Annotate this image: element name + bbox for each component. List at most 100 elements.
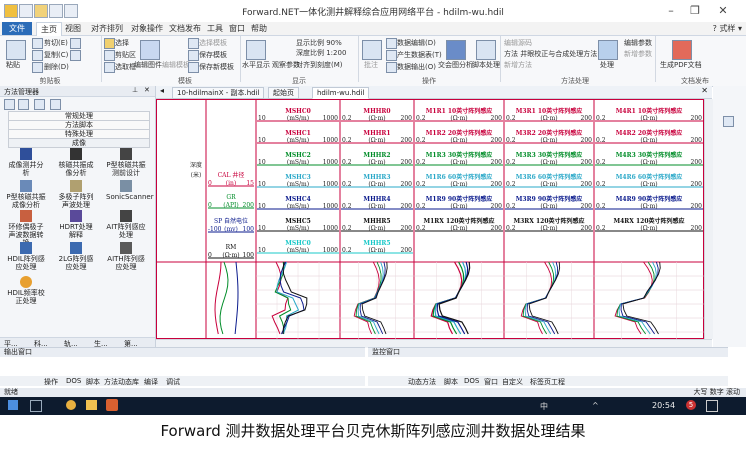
action-center-icon[interactable] — [706, 400, 718, 412]
log-plot[interactable]: 深度 (米) CAL 井径 (in) 0 15 GR (API) 0 200 SP 自然电位 (mv)… — [156, 99, 704, 339]
menu-view[interactable]: 视图 — [62, 22, 84, 35]
module-imaging-analysis[interactable]: 成像测井分析 — [6, 148, 46, 177]
output-tab[interactable]: 编译 — [144, 377, 158, 387]
monitor-tab[interactable]: 脚本 — [444, 377, 458, 387]
copy-small-icon[interactable] — [70, 50, 81, 61]
output-tab[interactable]: 方法动态库 — [104, 377, 139, 387]
menu-align[interactable]: 对齐排列 — [88, 22, 126, 35]
annotate-label[interactable]: 批注 — [364, 60, 378, 70]
clip-area-button[interactable]: 剪贴区 — [115, 50, 136, 60]
module-hdil-freq[interactable]: HDIL频率校正处理 — [6, 276, 46, 305]
data-edit-button[interactable]: 数据编辑(D) — [397, 38, 436, 48]
forward-app-icon[interactable] — [106, 399, 118, 411]
plot-vertical-scrollbar[interactable] — [704, 99, 713, 339]
output-tab[interactable]: 脚本 — [86, 377, 100, 387]
align-scale-button[interactable]: 对齐到刻度(M) — [296, 60, 343, 70]
data-output-button[interactable]: 数据输出(O) — [397, 62, 436, 72]
module-hdil[interactable]: HDIL阵列感应处理 — [6, 242, 46, 271]
module-hdrt[interactable]: HDRT处理解释 — [56, 210, 96, 239]
monitor-tab[interactable]: 窗口 — [484, 377, 498, 387]
module-multipole-sonic[interactable]: 多极子阵列声波处理 — [56, 180, 96, 209]
depth-ratio[interactable]: 深度比例 1:200 — [296, 48, 346, 58]
menu-tools[interactable]: 工具 — [204, 22, 226, 35]
output-tab[interactable]: DOS — [66, 377, 81, 385]
edit-source-button[interactable]: 编辑源码 — [504, 38, 532, 48]
start-icon[interactable] — [8, 400, 18, 410]
select-template-button[interactable]: 选择模板 — [199, 38, 227, 48]
module-sonicscanner[interactable]: SonicScanner — [106, 180, 154, 201]
category-imaging[interactable]: 成像 — [8, 138, 150, 148]
script-label[interactable]: 脚本处理 — [472, 60, 500, 70]
explorer-icon[interactable] — [86, 400, 97, 410]
notification-badge[interactable]: 5 — [686, 400, 696, 410]
restore-icon[interactable]: ❐ — [684, 3, 706, 18]
generate-pdf-label[interactable]: 生成PDF文档 — [660, 60, 702, 70]
selection-box-button[interactable]: 选取框 — [115, 62, 136, 72]
save-template-button[interactable]: 保存模板 — [199, 50, 227, 60]
select-button[interactable]: 选择 — [115, 38, 129, 48]
menu-object-ops[interactable]: 对象操作 — [128, 22, 166, 35]
script-icon[interactable] — [476, 40, 496, 60]
tab-10-hdilmainx[interactable]: 10-hdilmainX - 副本.hdil — [172, 87, 265, 99]
zoom-icon[interactable] — [723, 116, 734, 127]
delete-button[interactable]: 删除(D) — [44, 62, 69, 72]
tray-chevron-icon[interactable]: ^ — [592, 401, 599, 410]
module-ait[interactable]: AIT阵列感应处理 — [106, 210, 146, 239]
module-nmr-imaging[interactable]: 核磁共振成像分析 — [56, 148, 96, 177]
data-table-button[interactable]: 产生数据表(T) — [397, 50, 442, 60]
properties-icon[interactable] — [50, 99, 61, 110]
method-dropdown[interactable]: 方法 井眼校正与合成处理方法 — [504, 49, 597, 59]
process-icon[interactable] — [598, 40, 618, 60]
new-method-button[interactable]: 新增方法 — [504, 60, 532, 70]
minimize-icon[interactable]: – — [660, 3, 682, 18]
monitor-tab[interactable]: 标签页工程 — [530, 377, 565, 387]
list-icon[interactable] — [18, 99, 29, 110]
tab-scroll-icon[interactable]: ◂ — [160, 86, 164, 95]
new-params-button[interactable]: 新增参数 — [624, 49, 652, 59]
module-2lg[interactable]: 2LG阵列感应处理 — [56, 242, 96, 271]
module-aith[interactable]: AITH阵列感应处理 — [106, 242, 146, 271]
edit-image-label[interactable]: 编辑图件 — [134, 60, 162, 70]
close-icon[interactable]: ✕ — [712, 3, 734, 18]
crossplot-icon[interactable] — [446, 40, 466, 60]
annotate-icon[interactable] — [362, 40, 382, 60]
doc-close-icon[interactable]: ✕ — [701, 86, 708, 95]
tab-hdilm-wu[interactable]: hdilm-wu.hdil — [312, 87, 370, 99]
menu-publish[interactable]: 文档发布 — [166, 22, 204, 35]
output-tab[interactable]: 操作 — [44, 377, 58, 387]
monitor-tab[interactable]: 自定义 — [502, 377, 523, 387]
ime-indicator[interactable]: 中 — [540, 401, 548, 412]
module-p-nmr-design[interactable]: P型核磁共振测前设计 — [106, 148, 146, 177]
cut-button[interactable]: 剪切(E) — [44, 38, 68, 48]
paste-label[interactable]: 粘贴 — [6, 60, 20, 70]
copy-button[interactable]: 复制(C) — [44, 50, 68, 60]
edit-template-label[interactable]: 编辑模板 — [162, 60, 190, 70]
process-label[interactable]: 处理 — [600, 60, 614, 70]
output-tab[interactable]: 调试 — [166, 377, 180, 387]
edit-params-button[interactable]: 编辑参数 — [624, 38, 652, 48]
task-view-icon[interactable] — [30, 400, 42, 412]
style-dropdown[interactable]: ? 式样 ▾ — [713, 23, 742, 34]
horizontal-display-icon[interactable] — [246, 40, 266, 60]
crossplot-label[interactable]: 交会图分析 — [438, 60, 473, 70]
pin-icon[interactable]: ⊥ — [132, 86, 138, 94]
refresh-icon[interactable] — [4, 99, 15, 110]
chrome-icon[interactable] — [66, 400, 76, 410]
save-new-template-button[interactable]: 保存新模板 — [199, 62, 234, 72]
pdf-icon[interactable] — [672, 40, 692, 60]
monitor-tab[interactable]: 动态方法 — [408, 377, 436, 387]
tab-start-page[interactable]: 起始页 — [268, 87, 299, 99]
add-icon[interactable] — [70, 38, 81, 49]
panel-close-icon[interactable]: ✕ — [144, 86, 150, 94]
sort-icon[interactable] — [34, 99, 45, 110]
menu-window[interactable]: 窗口 — [226, 22, 248, 35]
edit-image-icon[interactable] — [140, 40, 160, 60]
horizontal-display-label[interactable]: 水平显示 — [242, 60, 270, 70]
display-ratio[interactable]: 显示比例 90% — [296, 38, 342, 48]
clock[interactable]: 20:54 — [652, 401, 675, 410]
menu-home[interactable]: 主页 — [36, 22, 62, 36]
monitor-tab[interactable]: DOS — [464, 377, 479, 385]
paste-icon[interactable] — [6, 40, 26, 60]
menu-help[interactable]: 帮助 — [248, 22, 270, 35]
menu-file[interactable]: 文件 — [2, 22, 32, 35]
